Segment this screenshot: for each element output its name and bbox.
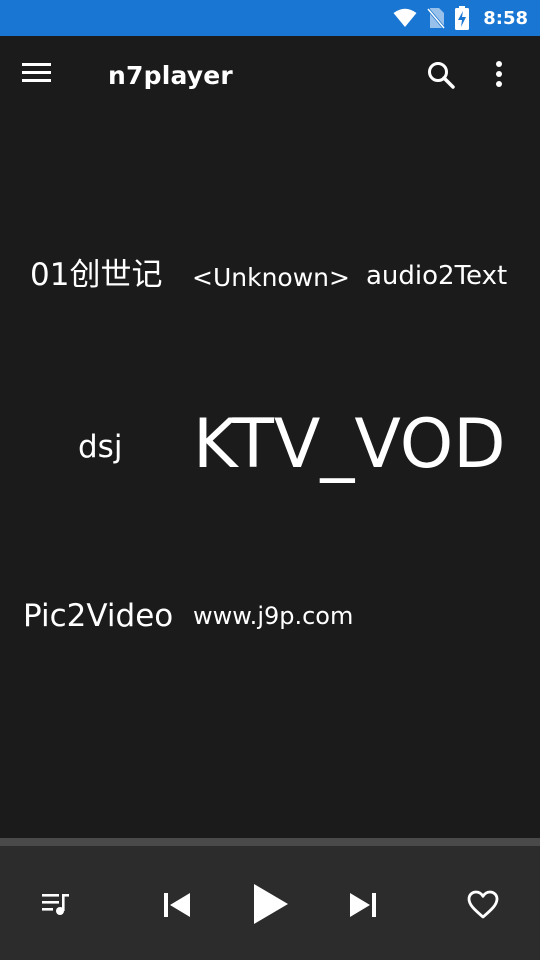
tag-j9p[interactable]: www.j9p.com — [193, 604, 353, 628]
skip-previous-icon[interactable] — [156, 884, 198, 926]
tag-audio2text[interactable]: audio2Text — [366, 263, 507, 289]
player-divider — [0, 838, 540, 846]
no-sim-icon — [427, 7, 446, 29]
tag-pic2video[interactable]: Pic2Video — [23, 601, 173, 632]
app-title: n7player — [108, 61, 233, 90]
queue-music-icon[interactable] — [36, 884, 76, 924]
status-time: 8:58 — [483, 7, 528, 29]
tag-01-chuangshiji[interactable]: 01创世记 — [30, 260, 162, 291]
tag-dsj[interactable]: dsj — [78, 432, 122, 463]
tag-unknown[interactable]: <Unknown> — [192, 265, 350, 290]
favorite-border-icon[interactable] — [462, 884, 504, 926]
app-toolbar: n7player — [0, 36, 540, 120]
tag-ktv-vod[interactable]: KTV_VOD — [193, 411, 506, 479]
status-bar: 8:58 — [0, 0, 540, 36]
play-icon[interactable] — [244, 878, 296, 930]
menu-icon[interactable] — [22, 63, 62, 93]
skip-next-icon[interactable] — [342, 884, 384, 926]
battery-charging-icon — [455, 6, 470, 30]
more-vert-icon[interactable] — [494, 60, 520, 96]
wifi-icon — [393, 8, 417, 28]
search-icon[interactable] — [426, 60, 462, 96]
tag-cloud: 01创世记 <Unknown> audio2Text dsj KTV_VOD P… — [0, 120, 540, 838]
player-controls — [0, 846, 540, 960]
